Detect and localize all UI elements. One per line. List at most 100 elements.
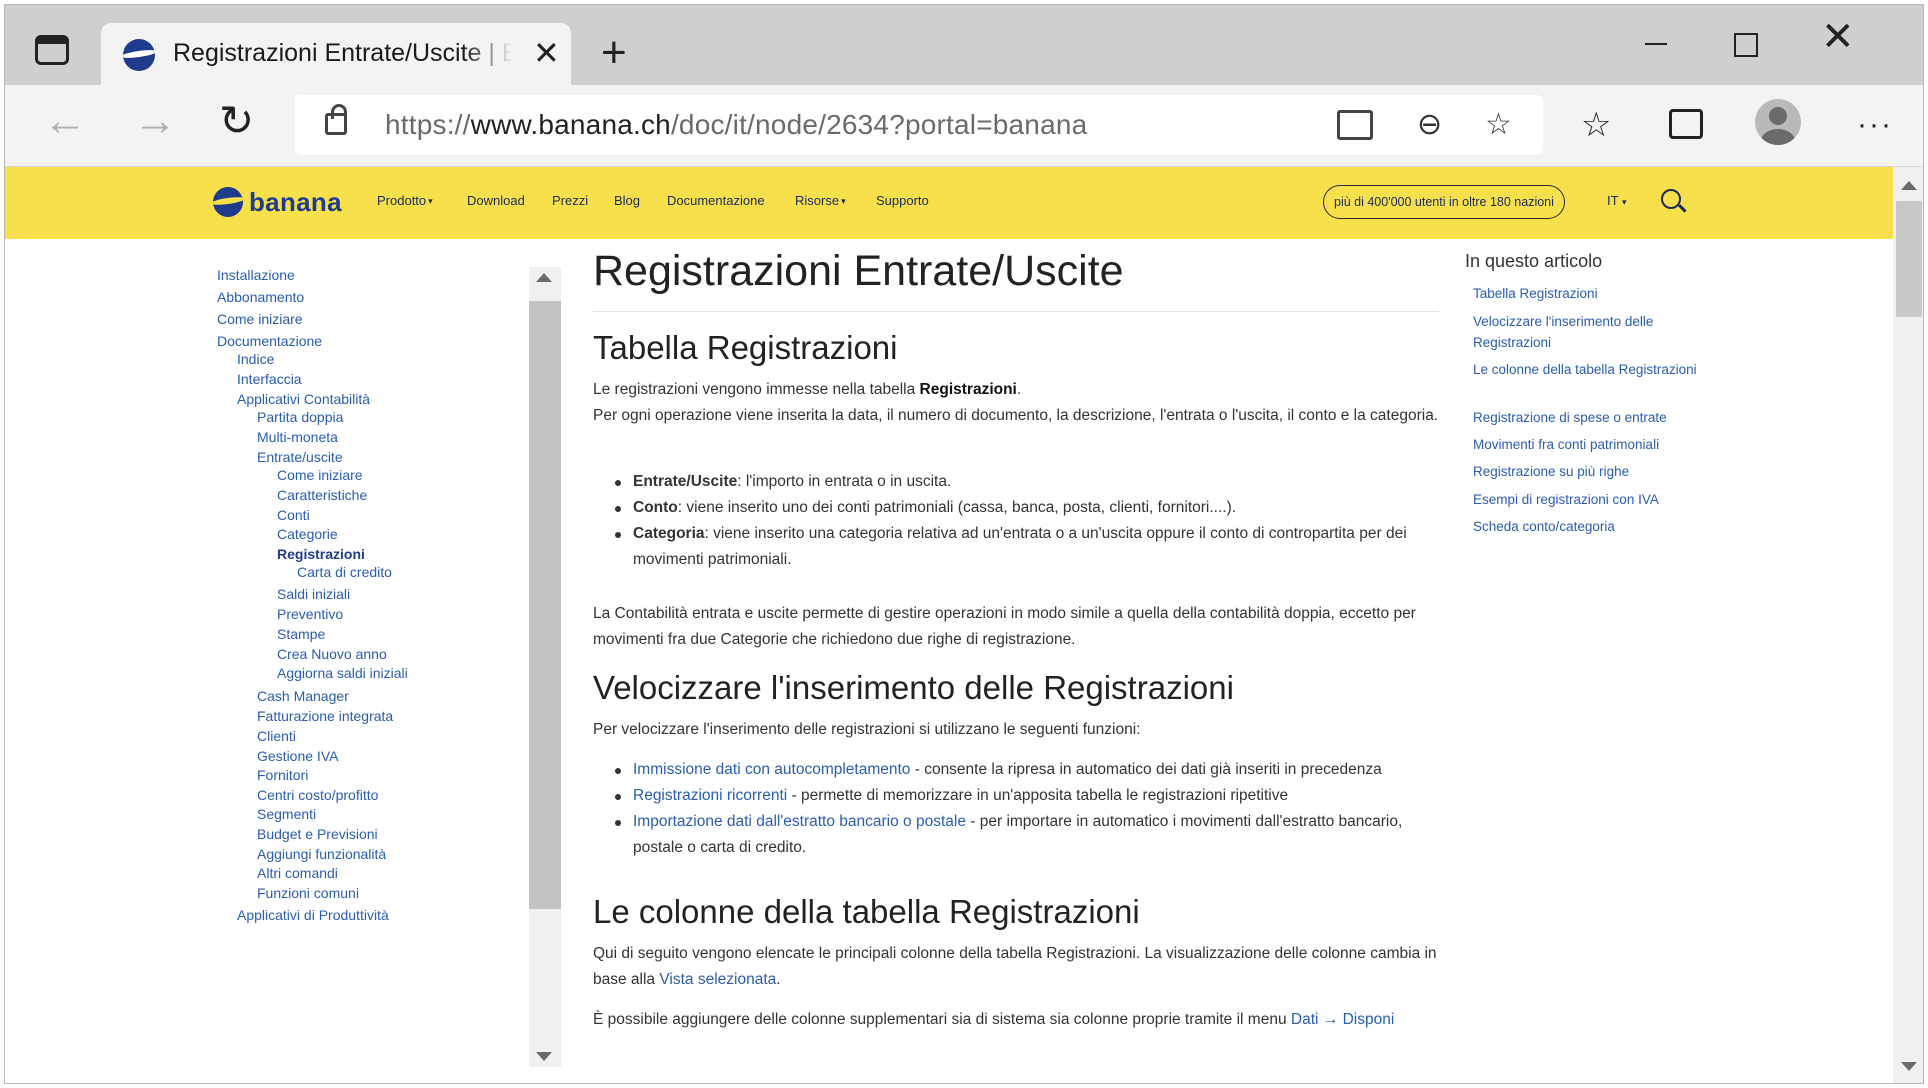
url-path: /doc/it/node/2634?portal=banana [670,109,1088,140]
immersive-reader-icon[interactable] [1337,110,1373,140]
paragraph: È possibile aggiungere delle colonne sup… [593,1007,1439,1033]
address-bar[interactable]: https://www.banana.ch/doc/it/node/2634?p… [295,95,1543,155]
sidebar-item[interactable]: Applicativi Contabilità [237,391,370,407]
add-favorite-icon[interactable]: ☆ [1485,107,1512,143]
sidebar-item[interactable]: Interfaccia [237,371,302,387]
scroll-up-arrow-icon[interactable] [1901,181,1917,190]
list-item: Importazione dati dall'estratto bancario… [615,809,1439,861]
lock-icon[interactable] [325,104,347,135]
text: : viene inserito una categoria relativa … [633,525,1407,568]
tab-strip: Registrazioni Entrate/Uscite | Banana ✕ … [5,5,1923,85]
sidebar-item[interactable]: Fatturazione integrata [257,708,393,724]
sidebar-item[interactable]: Segmenti [257,806,316,822]
link-vista-selezionata[interactable]: Vista selezionata [659,971,776,988]
site-header: banana Prodotto ▾ Download Prezzi Blog Do… [5,167,1893,239]
text: - consente la ripresa in automatico dei … [910,761,1382,778]
link-autocompletamento[interactable]: Immissione dati con autocompletamento [633,761,910,778]
sidebar-item[interactable]: Aggiungi funzionalità [257,846,386,862]
text-bold: Conto [633,499,678,516]
sidebar-item[interactable]: Carta di credito [297,564,392,580]
active-tab[interactable]: Registrazioni Entrate/Uscite | Banana ✕ [101,23,571,85]
forward-arrow-icon[interactable]: → [133,99,177,143]
list-item: Categoria: viene inserito una categoria … [615,521,1439,573]
toc-item[interactable]: Velocizzare l'inserimento delle Registra… [1473,311,1705,353]
reload-icon[interactable]: ↻ [219,99,254,143]
nav-risorse[interactable]: Risorse ▾ [795,193,846,208]
scroll-down-arrow-icon[interactable] [536,1052,552,1061]
collections-icon[interactable] [1669,109,1703,139]
profile-avatar-icon[interactable] [1755,99,1801,145]
sidebar-item[interactable]: Indice [237,351,274,367]
scroll-up-arrow-icon[interactable] [536,273,552,282]
text: . [776,971,781,988]
caret-down-icon: ▾ [841,196,846,206]
toc-item[interactable]: Registrazione su più righe [1473,461,1705,482]
sidebar-item[interactable]: Entrate/uscite [257,449,343,465]
sidebar-item[interactable]: Multi-moneta [257,429,338,445]
sidebar-item[interactable]: Gestione IVA [257,748,338,764]
page-scroll-thumb[interactable] [1896,201,1922,317]
nav-prodotto[interactable]: Prodotto ▾ [377,193,433,208]
sidebar-item[interactable]: Categorie [277,526,338,542]
toc-item[interactable]: Esempi di registrazioni con IVA [1473,489,1705,510]
text: . [1016,381,1022,398]
sidebar-item-active[interactable]: Registrazioni [277,546,365,562]
sidebar-item[interactable]: Budget e Previsioni [257,826,378,842]
toc-item[interactable]: Le colonne della tabella Registrazioni [1473,359,1705,380]
sidebar-item[interactable]: Aggiorna saldi iniziali [277,665,408,681]
sidebar-item[interactable]: Caratteristiche [277,487,367,503]
sidebar-item[interactable]: Preventivo [277,606,343,622]
section-title: Le colonne della tabella Registrazioni [593,893,1140,930]
window-close-icon[interactable]: ✕ [1821,17,1855,57]
url-text[interactable]: https://www.banana.ch/doc/it/node/2634?p… [385,109,1087,141]
new-tab-icon[interactable]: + [601,31,627,75]
sidebar-item[interactable]: Abbonamento [217,289,304,305]
toc-item[interactable]: Movimenti fra conti patrimoniali [1473,434,1705,455]
tab-close-icon[interactable]: ✕ [533,37,560,69]
sidebar-item[interactable]: Centri costo/profitto [257,787,378,803]
sidebar-item[interactable]: Fornitori [257,767,308,783]
sidebar-item[interactable]: Stampe [277,626,325,642]
back-arrow-icon[interactable]: ← [43,99,87,143]
more-menu-icon[interactable]: ··· [1857,105,1893,145]
toc-item[interactable]: Tabella Registrazioni [1473,283,1705,304]
nav-label: Prodotto [377,193,427,208]
page-scrollbar[interactable] [1893,167,1923,1083]
sidebar-item[interactable]: Applicativi di Produttività [237,907,389,923]
text: : viene inserito uno dei conti patrimoni… [677,499,1237,516]
sidebar-scrollbar[interactable] [529,267,561,1067]
nav-blog[interactable]: Blog [614,193,640,208]
sidebar-item[interactable]: Clienti [257,728,296,744]
sidebar-item[interactable]: Crea Nuovo anno [277,646,387,662]
toc-item[interactable]: Registrazione di spese o entrate [1473,407,1705,428]
search-icon[interactable] [1661,189,1681,209]
sidebar-item[interactable]: Altri comandi [257,865,338,881]
toc-item[interactable]: Scheda conto/categoria [1473,516,1705,537]
nav-documentazione[interactable]: Documentazione [667,193,765,208]
link-dati-disponi[interactable]: Dati → Disponi [1291,1011,1394,1028]
users-badge[interactable]: più di 400'000 utenti in oltre 180 nazio… [1323,185,1565,219]
nav-supporto[interactable]: Supporto [876,193,929,208]
text-bold: Entrate/Uscite [633,473,738,490]
sidebar-item[interactable]: Cash Manager [257,688,349,704]
sidebar-item[interactable]: Come iniziare [217,311,303,327]
section-title: Tabella Registrazioni [593,329,898,366]
sidebar-item[interactable]: Saldi iniziali [277,586,350,602]
sidebar-item[interactable]: Conti [277,507,310,523]
nav-download[interactable]: Download [467,193,525,208]
sidebar-item[interactable]: Funzioni comuni [257,885,359,901]
favorites-icon[interactable]: ☆ [1581,105,1611,145]
language-selector[interactable]: IT ▾ [1607,193,1626,208]
doc-sidebar: Installazione Abbonamento Come iniziare … [205,267,525,1083]
sidebar-scroll-thumb[interactable] [529,301,561,909]
scroll-down-arrow-icon[interactable] [1901,1062,1917,1071]
sidebar-item[interactable]: Installazione [217,267,295,283]
sidebar-item[interactable]: Partita doppia [257,409,343,425]
link-importazione-dati[interactable]: Importazione dati dall'estratto bancario… [633,813,966,830]
link-registrazioni-ricorrenti[interactable]: Registrazioni ricorrenti [633,787,787,804]
zoom-out-icon[interactable]: ⊖ [1417,107,1442,143]
sidebar-item[interactable]: Come iniziare [277,467,363,483]
sidebar-item[interactable]: Documentazione [217,333,322,349]
nav-prezzi[interactable]: Prezzi [552,193,588,208]
sidebar-toggle-icon[interactable] [35,35,69,65]
